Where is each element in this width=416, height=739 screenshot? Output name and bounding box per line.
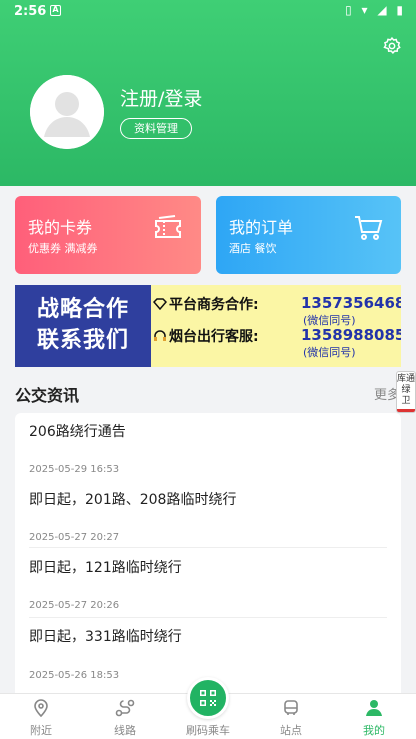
news-item[interactable]: 即日起，121路临时绕行 2025-05-27 20:26	[15, 549, 401, 618]
settings-gear-icon[interactable]	[382, 36, 402, 56]
news-item-date-row: 2025-05-27 20:27	[15, 481, 401, 549]
banner-slogan: 战略合作 联系我们	[15, 285, 151, 367]
orders-title: 我的订单	[229, 218, 294, 237]
person-icon	[366, 700, 382, 716]
coupons-subtitle: 优惠券 满减券	[28, 242, 98, 255]
news-title: 即日起，121路临时绕行	[29, 560, 182, 576]
floating-widget-text: 库通 绿 卫	[397, 374, 416, 406]
slogan-line-2: 联系我们	[36, 328, 129, 353]
login-register-link[interactable]: 注册/登录	[120, 84, 202, 111]
location-icon	[34, 699, 48, 718]
bus-stop-icon	[284, 700, 298, 715]
news-section-title: 公交资讯	[15, 386, 80, 405]
business-label: 平台商务合作:	[169, 297, 259, 313]
headset-icon	[154, 330, 166, 341]
my-orders-card[interactable]: 我的订单 酒店 餐饮	[216, 196, 401, 274]
news-date: 2025-05-26 18:53	[29, 670, 120, 681]
slogan-line-1: 战略合作	[36, 297, 129, 322]
tab-label: 刷码乘车	[186, 724, 230, 737]
system-status-icons: ▯ ▾ ◢ ▮	[345, 3, 406, 17]
default-avatar-icon	[30, 75, 104, 149]
profile-header: 2:56 A ▯ ▾ ◢ ▮ 注册/登录 资料管理	[0, 0, 416, 186]
news-date: 2025-05-27 20:26	[29, 600, 120, 611]
qrcode-icon	[200, 690, 216, 706]
business-contact-row: 平台商务合作:	[153, 294, 281, 314]
tab-scan-ride[interactable]: 刷码乘车	[178, 718, 238, 738]
my-coupons-card[interactable]: 我的卡券 优惠券 满减券	[15, 196, 201, 274]
tab-label: 附近	[30, 724, 52, 737]
scan-qr-button[interactable]	[187, 677, 229, 719]
tab-routes[interactable]: 线路	[95, 698, 155, 738]
service-contact-row: 烟台出行客服:	[153, 326, 281, 346]
diamond-icon	[153, 298, 167, 310]
news-date: 2025-05-29 16:53	[29, 464, 120, 475]
notification-icon: A	[50, 5, 61, 16]
tab-nearby[interactable]: 附近	[11, 698, 71, 738]
news-title: 即日起，331路临时绕行	[29, 629, 182, 645]
coupons-title: 我的卡券	[28, 218, 93, 237]
avatar[interactable]	[30, 75, 104, 149]
service-phone[interactable]: 13589880851	[301, 326, 401, 344]
status-bar: 2:56 A ▯ ▾ ◢ ▮	[0, 0, 416, 24]
news-title: 206路绕行通告	[29, 424, 126, 440]
floating-widget[interactable]: 库通 绿 卫	[396, 371, 416, 413]
status-time: 2:56	[14, 4, 47, 19]
tab-mine[interactable]: 我的	[344, 698, 404, 738]
tab-label: 我的	[363, 724, 385, 737]
profile-manage-button[interactable]: 资料管理	[120, 118, 192, 139]
tab-stations[interactable]: 站点	[261, 698, 321, 738]
service-label: 烟台出行客服:	[169, 329, 259, 345]
news-date: 2025-05-27 20:27	[29, 532, 120, 543]
service-wechat-note: (微信同号)	[303, 346, 356, 359]
tab-label: 线路	[114, 724, 136, 737]
orders-subtitle: 酒店 餐饮	[229, 242, 277, 255]
news-list: 206路绕行通告 2025-05-29 16:53 即日起，201路、208路临…	[15, 413, 401, 693]
ticket-icon	[155, 215, 181, 238]
route-icon	[115, 699, 135, 717]
cooperation-banner[interactable]: 战略合作 联系我们 平台商务合作: 13573564686 (微信同号) 烟台出…	[15, 285, 401, 367]
business-phone[interactable]: 13573564686	[301, 294, 401, 312]
tab-label: 站点	[280, 724, 302, 737]
news-item[interactable]: 206路绕行通告 2025-05-29 16:53	[15, 413, 401, 481]
cart-icon	[355, 216, 383, 240]
